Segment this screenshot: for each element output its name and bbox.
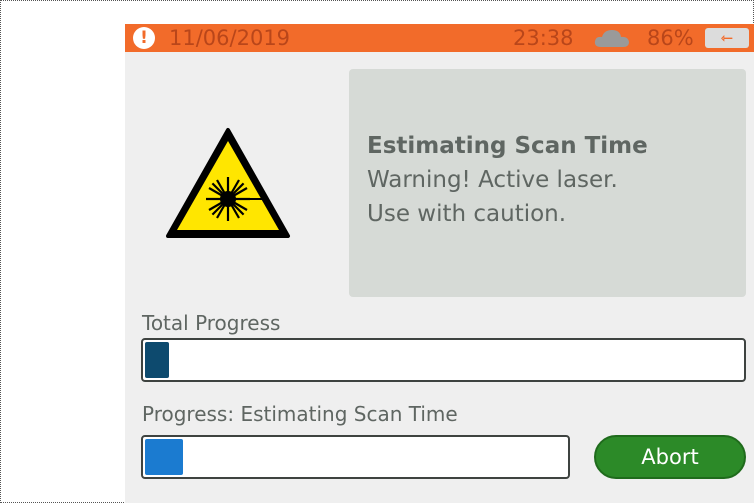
laser-warning-icon [165, 127, 291, 243]
battery-level: 86% [647, 26, 694, 50]
warning-panel: Estimating Scan Time Warning! Active las… [349, 69, 746, 297]
total-progress-fill [145, 342, 169, 378]
device-screen: ! 11/06/2019 23:38 86% ⇽ Estimating Scan… [125, 24, 754, 503]
step-progress-fill [145, 439, 183, 475]
caution-message: Use with caution. [367, 201, 567, 227]
status-bar: ! 11/06/2019 23:38 86% ⇽ [125, 24, 754, 52]
charging-plug-icon: ⇽ [705, 28, 749, 48]
step-progress-label: Progress: Estimating Scan Time [142, 402, 458, 426]
total-progress-bar [141, 338, 746, 382]
abort-button[interactable]: Abort [594, 435, 746, 479]
cloud-icon [593, 27, 631, 56]
warning-message: Warning! Active laser. [367, 167, 618, 193]
warning-title: Estimating Scan Time [367, 133, 648, 159]
step-progress-bar [141, 435, 570, 479]
status-date: 11/06/2019 [169, 26, 291, 50]
total-progress-label: Total Progress [142, 311, 281, 335]
exclamation-circle-icon: ! [133, 27, 155, 49]
status-time: 23:38 [513, 26, 574, 50]
